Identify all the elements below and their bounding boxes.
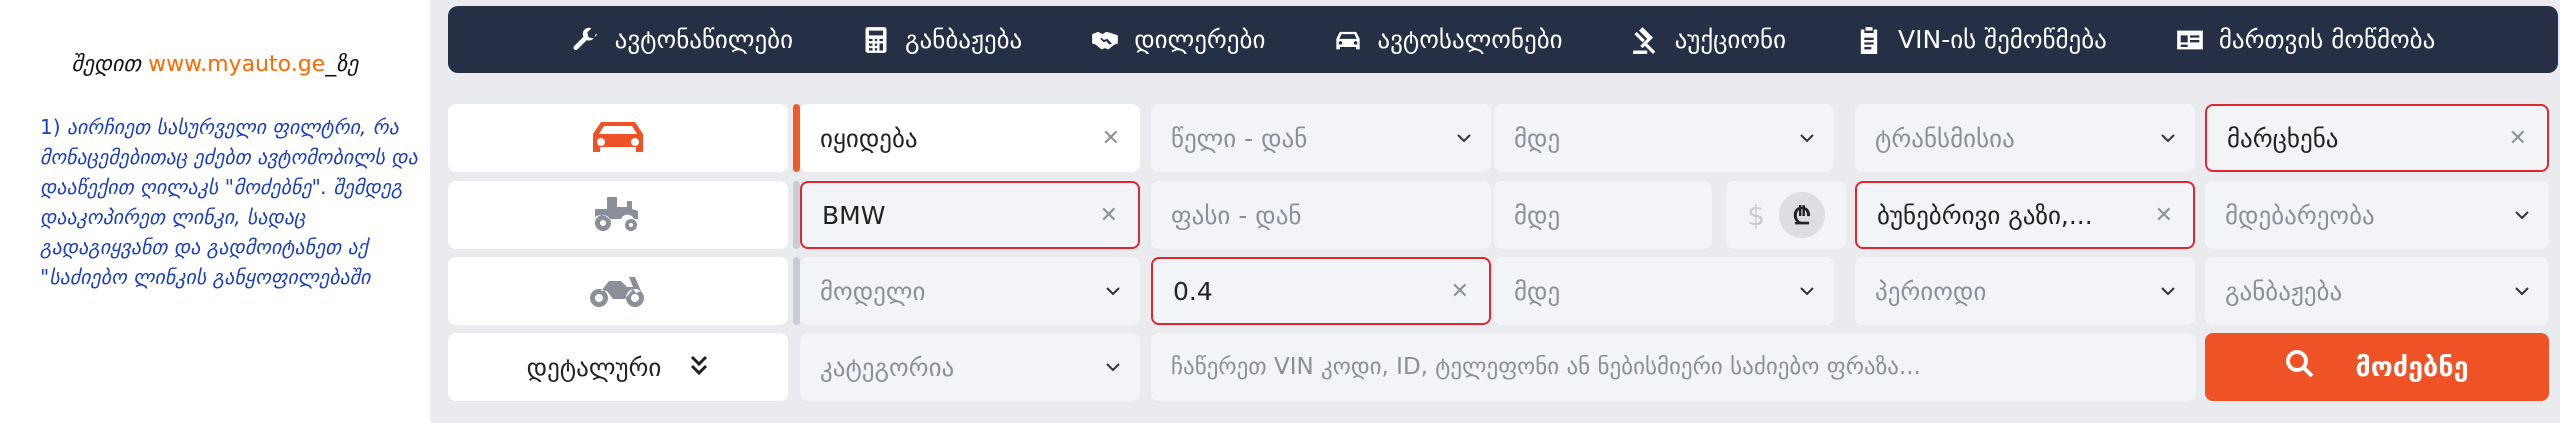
search-panel: ავტონაწილები განბაჟება დილერები ავტოსალო… [430, 0, 2560, 423]
chevron-down-icon [1800, 133, 1814, 143]
clear-icon[interactable]: ✕ [2509, 126, 2527, 151]
category-placeholder: კატეგორია [820, 352, 955, 382]
manufacturer-value: BMW [822, 200, 886, 230]
clear-icon[interactable]: ✕ [1451, 279, 1469, 304]
vehicle-type-indicator [793, 181, 800, 249]
engine-from-value: 0.4 [1173, 276, 1213, 306]
price-to-input[interactable]: მდე [1494, 181, 1712, 249]
fuel-type-select[interactable]: ბუნებრივი გაზი,... ✕ [1855, 181, 2195, 249]
step-one: 1) აირჩიეთ სასურველი ფილტრი, რა მონაცემე… [40, 112, 430, 292]
nav-label: VIN-ის შემოწმება [1898, 25, 2107, 54]
nav-label: ავტონაწილები [614, 25, 794, 54]
search-button-label: მოძებნე [2355, 351, 2469, 383]
vehicle-type-car[interactable] [448, 104, 800, 172]
double-chevron-down-icon [689, 353, 709, 382]
year-from-placeholder: წელი - დან [1171, 123, 1308, 153]
vehicle-type-motorcycle[interactable] [448, 257, 800, 325]
chevron-down-icon [2161, 286, 2175, 296]
year-to-select[interactable]: მდე [1494, 104, 1834, 172]
search-button[interactable]: მოძებნე [2205, 333, 2549, 401]
step-text: აირჩიეთ სასურველი ფილტრი, რა მონაცემებით… [40, 115, 418, 289]
price-from-input[interactable]: ფასი - დან [1151, 181, 1491, 249]
handshake-icon [1090, 25, 1120, 55]
gel-currency-option[interactable]: ₾ [1778, 192, 1825, 238]
nav-label: ავტოსალონები [1377, 25, 1563, 54]
category-select[interactable]: კატეგორია [800, 333, 1140, 401]
car-icon [1333, 25, 1363, 55]
engine-to-select[interactable]: მდე [1494, 257, 1834, 325]
intro-text: შედით www.myauto.ge_ზე [0, 52, 430, 77]
location-placeholder: მდებარეობა [2225, 200, 2375, 230]
tractor-icon [589, 193, 647, 237]
fuel-type-value: ბუნებრივი გაზი,... [1877, 200, 2093, 230]
transmission-placeholder: ტრანსმისია [1875, 123, 2015, 153]
calculator-icon [861, 25, 891, 55]
year-from-select[interactable]: წელი - დან [1151, 104, 1491, 172]
clear-icon[interactable]: ✕ [1102, 126, 1120, 151]
chevron-down-icon [2161, 133, 2175, 143]
nav-label: დილერები [1134, 25, 1266, 54]
chevron-down-icon [2515, 210, 2529, 220]
customs-placeholder: განბაჟება [2225, 276, 2343, 306]
deal-type-select[interactable]: იყიდება ✕ [800, 104, 1140, 172]
chevron-down-icon [1800, 286, 1814, 296]
nav-item-driving-license[interactable]: მართვის მოწმობა [2175, 25, 2435, 55]
car-icon [589, 116, 647, 160]
price-from-placeholder: ფასი - დან [1171, 200, 1302, 230]
clear-icon[interactable]: ✕ [2155, 203, 2173, 228]
steering-select[interactable]: მარცხენა ✕ [2205, 104, 2549, 172]
chevron-down-icon [1457, 133, 1471, 143]
vehicle-type-indicator [793, 104, 800, 172]
clear-icon[interactable]: ✕ [1100, 203, 1118, 228]
detailed-search-button[interactable]: დეტალური [448, 333, 788, 401]
usd-currency-option[interactable]: $ [1747, 199, 1765, 232]
wrench-icon [571, 25, 601, 55]
chevron-down-icon [2515, 286, 2529, 296]
nav-label: განბაჟება [905, 25, 1023, 54]
period-placeholder: პერიოდი [1875, 276, 1987, 306]
year-to-placeholder: მდე [1514, 123, 1561, 153]
engine-from-select[interactable]: 0.4 ✕ [1151, 257, 1491, 325]
steering-value: მარცხენა [2227, 123, 2339, 153]
nav-item-dealers[interactable]: დილერები [1090, 25, 1265, 55]
myauto-link[interactable]: www.myauto.ge [148, 52, 325, 77]
id-card-icon [2175, 25, 2205, 55]
currency-switch[interactable]: $ ₾ [1726, 181, 1846, 249]
intro-after: _ზე [325, 52, 359, 77]
top-nav: ავტონაწილები განბაჟება დილერები ავტოსალო… [448, 6, 2558, 73]
search-icon [2285, 349, 2315, 386]
instructions-panel: შედით www.myauto.ge_ზე 1) აირჩიეთ სასურვ… [0, 0, 430, 423]
location-select[interactable]: მდებარეობა [2205, 181, 2549, 249]
period-select[interactable]: პერიოდი [1855, 257, 2195, 325]
step-number: 1) [40, 115, 61, 139]
chevron-down-icon [1106, 286, 1120, 296]
customs-select[interactable]: განბაჟება [2205, 257, 2549, 325]
deal-type-value: იყიდება [820, 123, 918, 153]
motorcycle-icon [589, 269, 647, 313]
gavel-icon [1631, 25, 1661, 55]
chevron-down-icon [1106, 362, 1120, 372]
vehicle-type-indicator [793, 257, 800, 325]
clipboard-icon [1854, 25, 1884, 55]
nav-item-customs[interactable]: განბაჟება [861, 25, 1022, 55]
manufacturer-select[interactable]: BMW ✕ [800, 181, 1140, 249]
model-select[interactable]: მოდელი [800, 257, 1140, 325]
price-to-placeholder: მდე [1514, 200, 1561, 230]
detailed-search-label: დეტალური [526, 352, 662, 382]
transmission-select[interactable]: ტრანსმისია [1855, 104, 2195, 172]
vehicle-type-tractor[interactable] [448, 181, 800, 249]
model-placeholder: მოდელი [820, 276, 926, 306]
nav-item-parts[interactable]: ავტონაწილები [571, 25, 793, 55]
nav-item-autosalons[interactable]: ავტოსალონები [1333, 25, 1563, 55]
vin-search-input[interactable] [1151, 333, 2196, 401]
nav-label: აუქციონი [1674, 25, 1787, 54]
nav-label: მართვის მოწმობა [2218, 25, 2436, 54]
intro-before: შედით [71, 52, 149, 77]
nav-item-vin-check[interactable]: VIN-ის შემოწმება [1854, 25, 2107, 55]
engine-to-placeholder: მდე [1514, 276, 1561, 306]
nav-item-auction[interactable]: აუქციონი [1631, 25, 1786, 55]
